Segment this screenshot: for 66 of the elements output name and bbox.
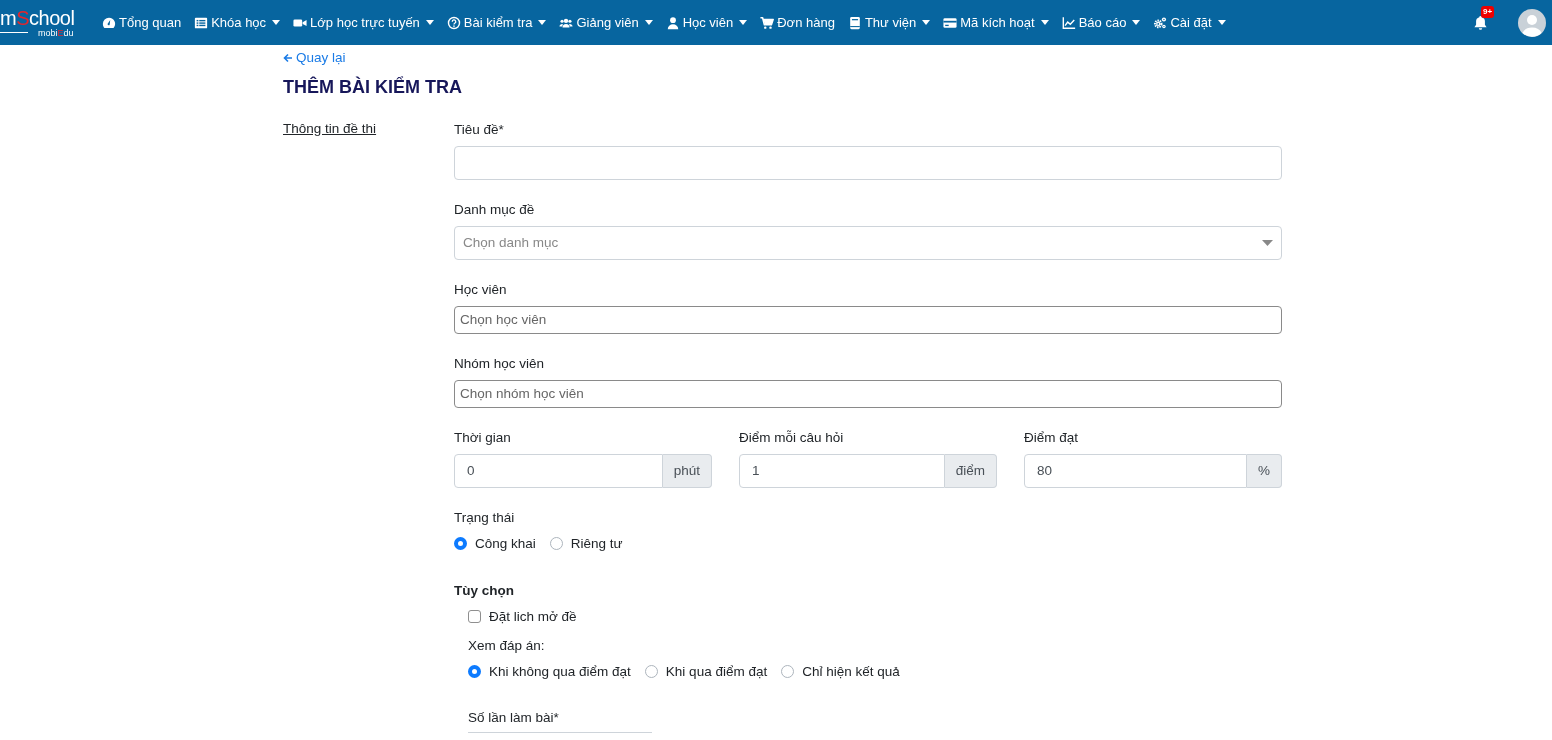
caret-icon (425, 20, 434, 25)
nav-item[interactable]: Cài đặt (1153, 15, 1226, 30)
field-label: Nhóm học viên (454, 354, 546, 372)
input-field[interactable] (454, 145, 1282, 180)
caret-icon (1132, 20, 1141, 25)
nav-item[interactable]: Học viên (665, 15, 748, 30)
line-chart-icon (1061, 15, 1076, 30)
field-label: Trạng thái (454, 508, 516, 526)
logo-title: mSchool (0, 7, 76, 28)
field-label: Số lần làm bài* (468, 708, 560, 726)
bell-icon[interactable] (1473, 15, 1488, 30)
caret-icon (1262, 239, 1273, 246)
radio-option[interactable]: Riêng tư (549, 533, 623, 554)
input-field[interactable]: 1 (739, 453, 945, 488)
caret-icon (1217, 20, 1226, 25)
radio-option[interactable]: Công khai (454, 533, 536, 554)
input-field[interactable]: 0 (454, 453, 663, 488)
multi-select-field[interactable]: Chọn nhóm học viên (454, 379, 1282, 408)
nav-item[interactable]: Tổng quan (102, 15, 182, 30)
caret-icon (538, 20, 547, 25)
section-tab[interactable]: Thông tin đề thi (283, 120, 377, 136)
radio-option[interactable]: Khi không qua điểm đạt (468, 661, 631, 682)
multi-select-field[interactable]: Chọn học viên (454, 305, 1282, 334)
card-icon (943, 15, 958, 30)
nav-item[interactable]: Mã kích hoạt (943, 15, 1049, 30)
nav-item[interactable]: Báo cáo (1061, 15, 1141, 30)
nav-item[interactable]: Bài kiểm tra (446, 15, 547, 30)
caret-icon (1040, 20, 1049, 25)
avatar[interactable] (1518, 8, 1546, 37)
book-icon (847, 15, 862, 30)
user-icon (665, 15, 680, 30)
select-field[interactable]: Chọn danh mục (454, 225, 1282, 260)
question-circle-icon (446, 15, 461, 30)
field-label: Điểm mỗi câu hỏi (739, 428, 845, 446)
nav-item[interactable]: Lớp học trực tuyến (293, 15, 434, 30)
logo-subtitle: mobiEdu (38, 27, 74, 38)
field-label: Thời gian (454, 428, 512, 446)
caret-icon (739, 20, 748, 25)
caret-icon (644, 20, 653, 25)
field-label: Xem đáp án: (468, 636, 546, 654)
field-label: Điểm đạt (1024, 428, 1080, 446)
nav-item[interactable]: Đơn hàng (760, 15, 835, 30)
nav-item[interactable]: Khóa học (194, 15, 281, 30)
caret-icon (272, 20, 281, 25)
field-label: Tiêu đề* (454, 120, 505, 138)
arrow-left-icon (283, 52, 293, 63)
cart-icon (760, 15, 775, 30)
radio-option[interactable]: Khi qua điểm đạt (644, 661, 768, 682)
nav-item[interactable]: Giảng viên (559, 15, 653, 30)
unit-addon: điểm (944, 453, 997, 488)
field-label: Danh mục đề (454, 200, 536, 218)
unit-addon: phút (662, 453, 712, 488)
page-title: THÊM BÀI KIỂM TRA (283, 75, 463, 99)
unit-addon: % (1247, 453, 1282, 488)
gears-icon (1153, 15, 1168, 30)
section-heading: Tùy chọn (454, 582, 515, 598)
nav-item[interactable]: Thư viện (847, 15, 931, 30)
field-label: Học viên (454, 280, 508, 298)
checkbox-option[interactable]: Đặt lich mở đề (468, 606, 1282, 627)
notification-badge: 9+ (1481, 6, 1495, 18)
caret-icon (922, 20, 931, 25)
list-icon (194, 15, 209, 30)
back-link[interactable]: Quay lại (283, 50, 346, 65)
radio-option[interactable]: Chỉ hiện kết quả (781, 661, 900, 682)
gauge-icon (102, 15, 116, 30)
input-field[interactable]: 80 (1024, 453, 1247, 488)
